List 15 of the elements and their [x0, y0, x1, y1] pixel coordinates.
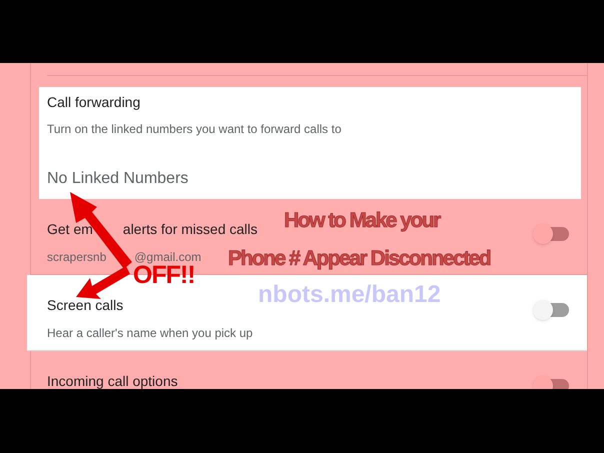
empty-message: No Linked Numbers: [47, 169, 190, 189]
setting-description: scrapersnb: [47, 249, 106, 266]
setting-title: Get em: [47, 220, 93, 239]
setting-title: Screen calls: [47, 296, 124, 315]
setting-description: Hear a caller's name when you pick up: [47, 325, 253, 342]
headline-text: Phone # Appear Disconnected: [228, 246, 490, 272]
setting-title: Incoming call options: [47, 372, 178, 389]
setting-title: alerts for missed calls: [122, 220, 258, 239]
section-title: Call forwarding: [47, 93, 142, 112]
toggle-switch[interactable]: [533, 300, 569, 320]
callout-text: OFF!!: [133, 263, 195, 288]
headline-text: How to Make your: [284, 208, 440, 234]
section-description: Turn on the linked numbers you want to forward calls to: [47, 121, 342, 138]
setting-description: @gmail.com: [134, 249, 202, 266]
toggle-switch[interactable]: [533, 224, 569, 244]
